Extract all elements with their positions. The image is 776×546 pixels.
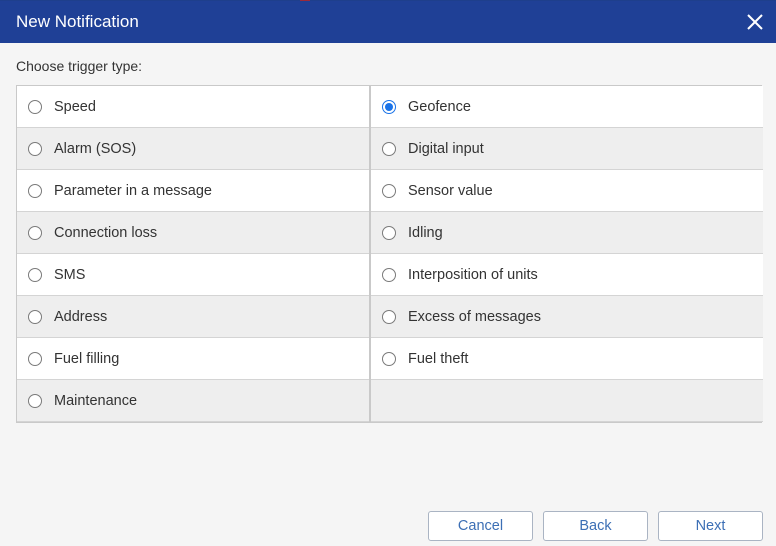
trigger-option-fuel-filling[interactable]: Fuel filling: [17, 338, 369, 380]
trigger-option-sensor-value[interactable]: Sensor value: [371, 170, 763, 212]
trigger-option-connection-loss[interactable]: Connection loss: [17, 212, 369, 254]
option-label: Fuel theft: [408, 350, 469, 367]
option-label: Speed: [54, 98, 96, 115]
dialog-title: New Notification: [16, 12, 139, 31]
radio-excess-of-messages[interactable]: [382, 309, 396, 324]
radio-idling[interactable]: [382, 225, 396, 240]
option-label: Geofence: [408, 98, 471, 115]
radio-alarm-sos[interactable]: [28, 141, 42, 156]
option-label: Connection loss: [54, 224, 158, 241]
trigger-type-list: Speed Geofence Alarm (SOS) Digital input…: [16, 85, 763, 423]
trigger-option-sms[interactable]: SMS: [17, 254, 369, 296]
trigger-option-fuel-theft[interactable]: Fuel theft: [371, 338, 763, 380]
next-button[interactable]: Next: [658, 511, 763, 541]
back-button[interactable]: Back: [543, 511, 648, 541]
option-label: Idling: [408, 224, 443, 241]
radio-speed[interactable]: [28, 99, 42, 114]
radio-sms[interactable]: [28, 267, 42, 282]
trigger-option-maintenance[interactable]: Maintenance: [17, 380, 369, 422]
option-label: Digital input: [408, 140, 484, 157]
option-label: Excess of messages: [408, 308, 541, 325]
trigger-option-address[interactable]: Address: [17, 296, 369, 338]
radio-fuel-filling[interactable]: [28, 351, 42, 366]
option-label: Address: [54, 308, 108, 325]
empty-cell: [371, 380, 763, 422]
trigger-option-excess-of-messages[interactable]: Excess of messages: [371, 296, 763, 338]
trigger-option-interposition-of-units[interactable]: Interposition of units: [371, 254, 763, 296]
option-label: Alarm (SOS): [54, 140, 137, 157]
option-label: Fuel filling: [54, 350, 120, 367]
radio-address[interactable]: [28, 309, 42, 324]
radio-sensor-value[interactable]: [382, 183, 396, 198]
radio-parameter-in-message[interactable]: [28, 183, 42, 198]
trigger-option-parameter-in-message[interactable]: Parameter in a message: [17, 170, 369, 212]
option-label: Maintenance: [54, 392, 138, 409]
radio-fuel-theft[interactable]: [382, 351, 396, 366]
trigger-option-alarm-sos[interactable]: Alarm (SOS): [17, 128, 369, 170]
trigger-option-speed[interactable]: Speed: [17, 86, 369, 128]
option-label: Parameter in a message: [54, 182, 212, 199]
option-label: SMS: [54, 266, 86, 283]
trigger-option-idling[interactable]: Idling: [371, 212, 763, 254]
option-label: Interposition of units: [408, 266, 538, 283]
cancel-button[interactable]: Cancel: [428, 511, 533, 541]
option-label: Sensor value: [408, 182, 493, 199]
trigger-option-geofence[interactable]: Geofence: [371, 86, 763, 128]
radio-geofence[interactable]: [382, 99, 396, 114]
close-icon[interactable]: [744, 11, 766, 33]
trigger-type-prompt: Choose trigger type:: [16, 58, 143, 74]
radio-interposition-of-units[interactable]: [382, 267, 396, 282]
radio-maintenance[interactable]: [28, 393, 42, 408]
radio-digital-input[interactable]: [382, 141, 396, 156]
radio-connection-loss[interactable]: [28, 225, 42, 240]
dialog-header: New Notification: [0, 1, 776, 43]
trigger-option-digital-input[interactable]: Digital input: [371, 128, 763, 170]
